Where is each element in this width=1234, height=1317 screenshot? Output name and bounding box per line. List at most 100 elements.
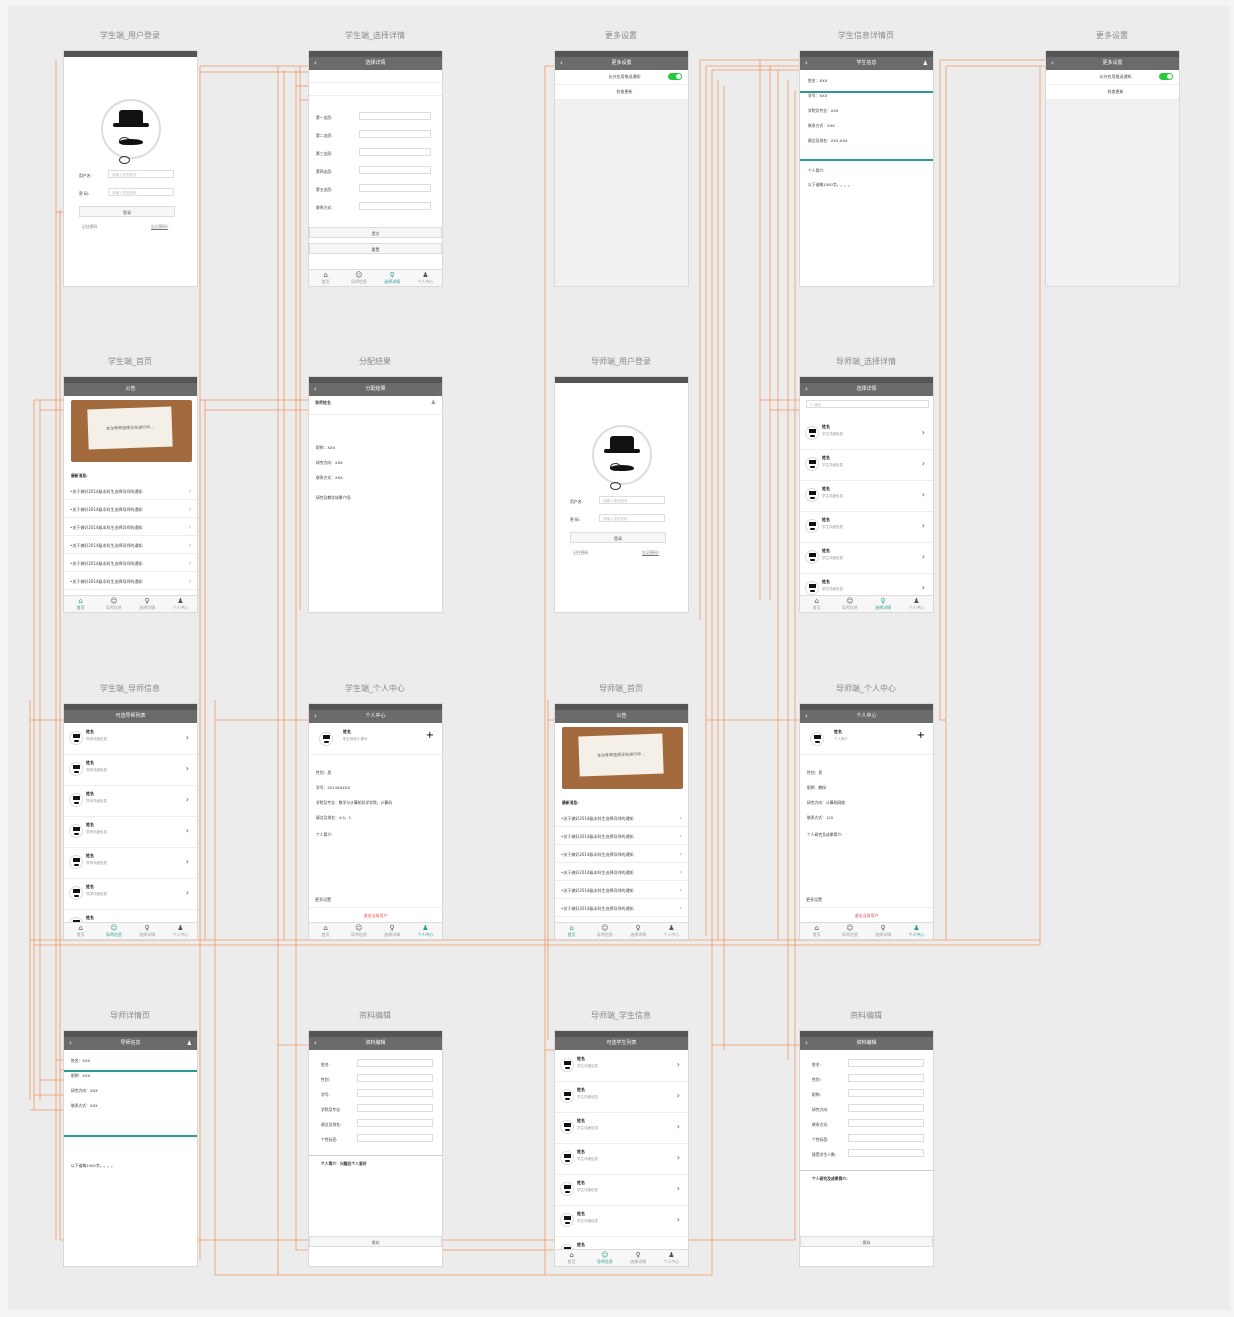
choice-select[interactable] [359, 202, 431, 210]
check-update-row[interactable]: 检查更新 [555, 85, 688, 100]
person-icon[interactable]: ♟ [187, 1037, 192, 1050]
tab-2[interactable]: ♀ 选择详情 [376, 270, 409, 286]
back-arrow-icon[interactable]: ‹ [560, 57, 563, 70]
choice-select[interactable] [359, 184, 431, 192]
edit-input[interactable] [848, 1074, 924, 1082]
back-arrow-icon[interactable]: ‹ [805, 1037, 808, 1050]
list-item[interactable]: 姓名学生详细信息 › [800, 512, 933, 543]
list-item[interactable]: 姓名学生详细信息 › [800, 450, 933, 481]
tab-0[interactable]: ⌂ 首页 [309, 270, 342, 286]
edit-input[interactable] [848, 1134, 924, 1142]
tab-2[interactable]: ♀ 选择详情 [622, 1250, 655, 1266]
edit-input[interactable] [357, 1134, 433, 1142]
tab-2[interactable]: ♀ 选择详情 [131, 596, 164, 612]
edit-input[interactable] [848, 1149, 924, 1157]
tab-2[interactable]: ♀ 选择详情 [867, 923, 900, 939]
choice-select[interactable] [359, 112, 431, 120]
tab-0[interactable]: ⌂ 首页 [64, 923, 97, 939]
tab-3[interactable]: ♟ 个人中心 [655, 923, 688, 939]
list-item[interactable]: 姓名导师详细信息 › [64, 786, 197, 817]
tab-3[interactable]: ♟ 个人中心 [164, 923, 197, 939]
selection-row[interactable] [309, 83, 442, 96]
tab-3[interactable]: ♟ 个人中心 [409, 923, 442, 939]
login-button[interactable]: 登录 [79, 206, 175, 217]
add-icon[interactable]: + [917, 730, 925, 741]
list-item[interactable]: 姓名导师详细信息 › [64, 724, 197, 755]
tab-1[interactable]: ☺ 导师信息 [97, 923, 130, 939]
list-item[interactable]: 姓名学生详细信息 › [800, 481, 933, 512]
push-toggle[interactable] [1159, 73, 1173, 80]
back-arrow-icon[interactable]: ‹ [805, 710, 808, 723]
tab-1[interactable]: ☺ 导师信息 [833, 923, 866, 939]
tab-1[interactable]: ☺ 导师信息 [342, 270, 375, 286]
tab-1[interactable]: ☺ 导师信息 [97, 596, 130, 612]
submit-button[interactable]: 提交 [309, 227, 442, 238]
list-item[interactable]: 姓名学生详细信息 › [800, 543, 933, 574]
news-item[interactable]: •关于做好2014级本科生选择导师的通知 › [555, 884, 688, 899]
news-item[interactable]: •关于做好2014级本科生选择导师的通知 › [555, 848, 688, 863]
edit-input[interactable] [848, 1104, 924, 1112]
tab-3[interactable]: ♟ 个人中心 [900, 923, 933, 939]
edit-input[interactable] [848, 1119, 924, 1127]
back-arrow-icon[interactable]: ‹ [314, 383, 317, 396]
list-item[interactable]: 姓名学生详细信息 › [555, 1082, 688, 1113]
edit-input[interactable] [848, 1089, 924, 1097]
tab-0[interactable]: ⌂ 首页 [555, 923, 588, 939]
add-icon[interactable]: + [426, 730, 434, 741]
tab-3[interactable]: ♟ 个人中心 [655, 1250, 688, 1266]
teacher-row[interactable]: 导师姓名 ♟ [309, 396, 442, 415]
search-input[interactable]: Q 搜索 [806, 400, 929, 408]
back-arrow-icon[interactable]: ‹ [805, 383, 808, 396]
tab-3[interactable]: ♟ 个人中心 [164, 596, 197, 612]
news-item[interactable]: •关于做好2014级本科生选择导师的通知 › [64, 503, 197, 518]
edit-input[interactable] [357, 1059, 433, 1067]
profile-header[interactable]: 姓名 职业规划小课写 + [309, 724, 442, 755]
tab-2[interactable]: ♀ 选择详情 [131, 923, 164, 939]
tab-2[interactable]: ♀ 选择详情 [867, 596, 900, 612]
list-item[interactable]: 姓名导师详细信息 › [64, 848, 197, 879]
tab-1[interactable]: ☺ 导师信息 [833, 596, 866, 612]
more-settings-row[interactable]: 更多设置 [800, 893, 933, 908]
news-item[interactable]: •关于做好2014级本科生选择导师的通知 › [555, 902, 688, 917]
tab-0[interactable]: ⌂ 首页 [555, 1250, 588, 1266]
login-button[interactable]: 登录 [570, 532, 666, 543]
person-icon[interactable]: ♟ [923, 57, 928, 70]
news-item[interactable]: •关于做好2014级本科生选择导师的通知 › [64, 539, 197, 554]
list-item[interactable]: 姓名学生详细信息 › [555, 1175, 688, 1206]
back-arrow-icon[interactable]: ‹ [314, 1037, 317, 1050]
tab-1[interactable]: ☺ 导师信息 [588, 1250, 621, 1266]
save-button[interactable]: 保存 [309, 1236, 442, 1247]
list-item[interactable]: 姓名学生详细信息 › [555, 1144, 688, 1175]
reset-button[interactable]: 重置 [309, 243, 442, 254]
list-item[interactable]: 姓名学生详细信息 › [555, 1113, 688, 1144]
tab-0[interactable]: ⌂ 首页 [800, 923, 833, 939]
news-item[interactable]: •关于做好2014级本科生选择导师的通知 › [64, 485, 197, 500]
back-arrow-icon[interactable]: ‹ [314, 57, 317, 70]
edit-input[interactable] [357, 1104, 433, 1112]
tab-2[interactable]: ♀ 选择详情 [622, 923, 655, 939]
back-arrow-icon[interactable]: ‹ [805, 57, 808, 70]
password-input[interactable]: 请输入您的密码 [599, 514, 665, 522]
back-arrow-icon[interactable]: ‹ [69, 1037, 72, 1050]
list-item[interactable]: 姓名学生详细信息 › [555, 1051, 688, 1082]
password-input[interactable]: 请输入您的密码 [108, 188, 174, 196]
push-notify-row[interactable]: 允许应用推送通知 [555, 70, 688, 85]
list-item[interactable]: 姓名导师详细信息 › [64, 755, 197, 786]
news-item[interactable]: •关于做好2014级本科生选择导师的通知 › [555, 812, 688, 827]
edit-input[interactable] [357, 1074, 433, 1082]
username-input[interactable]: 请输入您的账号 [108, 170, 174, 178]
choice-select[interactable] [359, 148, 431, 156]
news-item[interactable]: •关于做好2014级本科生选择导师的通知 › [555, 830, 688, 845]
news-item[interactable]: •关于做好2014级本科生选择导师的通知 › [555, 866, 688, 881]
list-item[interactable]: 姓名导师详细信息 › [64, 817, 197, 848]
back-arrow-icon[interactable]: ‹ [314, 710, 317, 723]
back-arrow-icon[interactable]: ‹ [1051, 57, 1054, 70]
choice-select[interactable] [359, 166, 431, 174]
tab-0[interactable]: ⌂ 首页 [64, 596, 97, 612]
tab-3[interactable]: ♟ 个人中心 [409, 270, 442, 286]
edit-input[interactable] [848, 1059, 924, 1067]
tab-1[interactable]: ☺ 导师信息 [588, 923, 621, 939]
profile-header[interactable]: 姓名 个人简介 + [800, 724, 933, 755]
edit-input[interactable] [357, 1119, 433, 1127]
news-item[interactable]: •关于做好2014级本科生选择导师的通知 › [64, 521, 197, 536]
